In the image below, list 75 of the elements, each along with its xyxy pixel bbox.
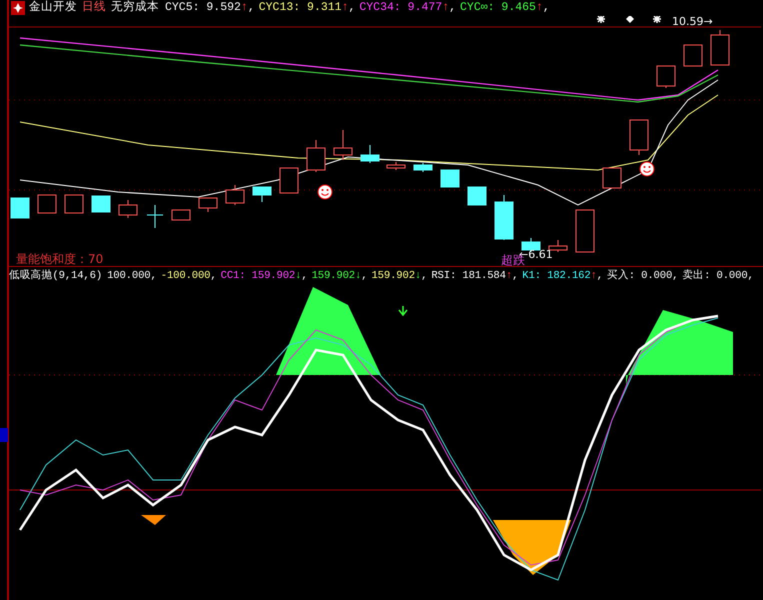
indicator-value: CYC∞: 9.465 xyxy=(460,0,536,16)
indicator-value: RSI: 181.584 xyxy=(431,269,506,284)
candlestick xyxy=(306,140,326,172)
indicator-value: CYC34: 9.477 xyxy=(359,0,442,16)
smiley-icon xyxy=(318,184,332,200)
candlestick xyxy=(630,120,648,156)
trend-arrow: ↑ xyxy=(536,0,543,16)
trend-arrow: ↓ xyxy=(295,269,302,284)
candlestick xyxy=(64,194,84,214)
down-arrow-icon xyxy=(398,305,408,316)
separator: , xyxy=(210,269,217,284)
indicator-value: CYC5: 9.592 xyxy=(165,0,241,16)
star-icon xyxy=(652,16,662,24)
candlestick xyxy=(710,30,730,66)
indicator-value: CYC13: 9.311 xyxy=(258,0,342,16)
indicator-name: 无穷成本 xyxy=(111,0,159,16)
candlestick xyxy=(468,186,486,206)
candlestick xyxy=(386,162,406,170)
candlestick xyxy=(494,194,514,240)
candlestick xyxy=(118,200,138,218)
candlestick xyxy=(226,184,244,206)
saturation-label: 量能饱和度：70 xyxy=(16,252,104,266)
sell-marker-icon xyxy=(141,515,166,525)
star-icon xyxy=(596,16,606,24)
candlestick xyxy=(280,168,298,194)
candlestick xyxy=(10,198,30,218)
indicator-value: 100.000 xyxy=(107,269,151,284)
stock-name: 金山开发 xyxy=(29,0,77,16)
indicator-value: 159.902 xyxy=(312,269,356,284)
candlestick xyxy=(360,144,380,164)
candlestick xyxy=(656,66,676,88)
candlestick xyxy=(602,168,622,188)
separator: , xyxy=(348,0,356,16)
candlestick xyxy=(38,194,56,214)
price-marker: 10.59→ xyxy=(672,16,713,28)
candlestick xyxy=(252,186,272,202)
indicator-value: 买入: 0.000 xyxy=(607,268,672,284)
trend-arrow: ↑ xyxy=(590,269,597,284)
separator: , xyxy=(449,0,456,16)
trend-arrow: ↑ xyxy=(506,269,512,284)
indicator-value: CC1: 159.902 xyxy=(220,269,296,284)
candlestick xyxy=(414,162,432,172)
candlestick xyxy=(172,210,190,220)
separator: , xyxy=(672,269,678,284)
candlestick xyxy=(92,196,110,212)
trend-arrow: ↓ xyxy=(414,269,422,284)
indicator-name: 低吸高抛(9,14,6) xyxy=(9,268,102,284)
app-icon[interactable] xyxy=(11,1,25,15)
indicator-value: 卖出: 0.000 xyxy=(682,268,748,284)
separator: , xyxy=(512,269,518,284)
separator: , xyxy=(361,269,368,284)
separator: , xyxy=(301,269,308,284)
trend-arrow: ↑ xyxy=(342,0,348,16)
candlestick xyxy=(334,130,352,160)
trend-arrow: ↓ xyxy=(355,269,362,284)
candlestick xyxy=(440,170,460,188)
separator: , xyxy=(596,269,603,284)
candlestick xyxy=(576,210,594,252)
separator: , xyxy=(542,0,550,16)
indicator-value: K1: 182.162 xyxy=(522,269,591,284)
separator: , xyxy=(421,269,428,284)
candlestick xyxy=(198,198,218,212)
trend-arrow: ↑ xyxy=(442,0,450,16)
indicator-value: -100.000 xyxy=(160,269,210,284)
indicator-value: 159.902 xyxy=(371,269,415,284)
period-label: 日线 xyxy=(82,0,106,16)
axis-marker xyxy=(0,428,8,442)
separator: , xyxy=(150,269,157,284)
separator: , xyxy=(248,0,255,16)
candlestick xyxy=(684,44,702,66)
smiley-icon xyxy=(640,162,654,176)
candlestick xyxy=(146,204,164,228)
diamond-icon xyxy=(626,16,634,23)
trend-arrow: ↑ xyxy=(240,0,248,16)
separator: , xyxy=(748,269,754,284)
